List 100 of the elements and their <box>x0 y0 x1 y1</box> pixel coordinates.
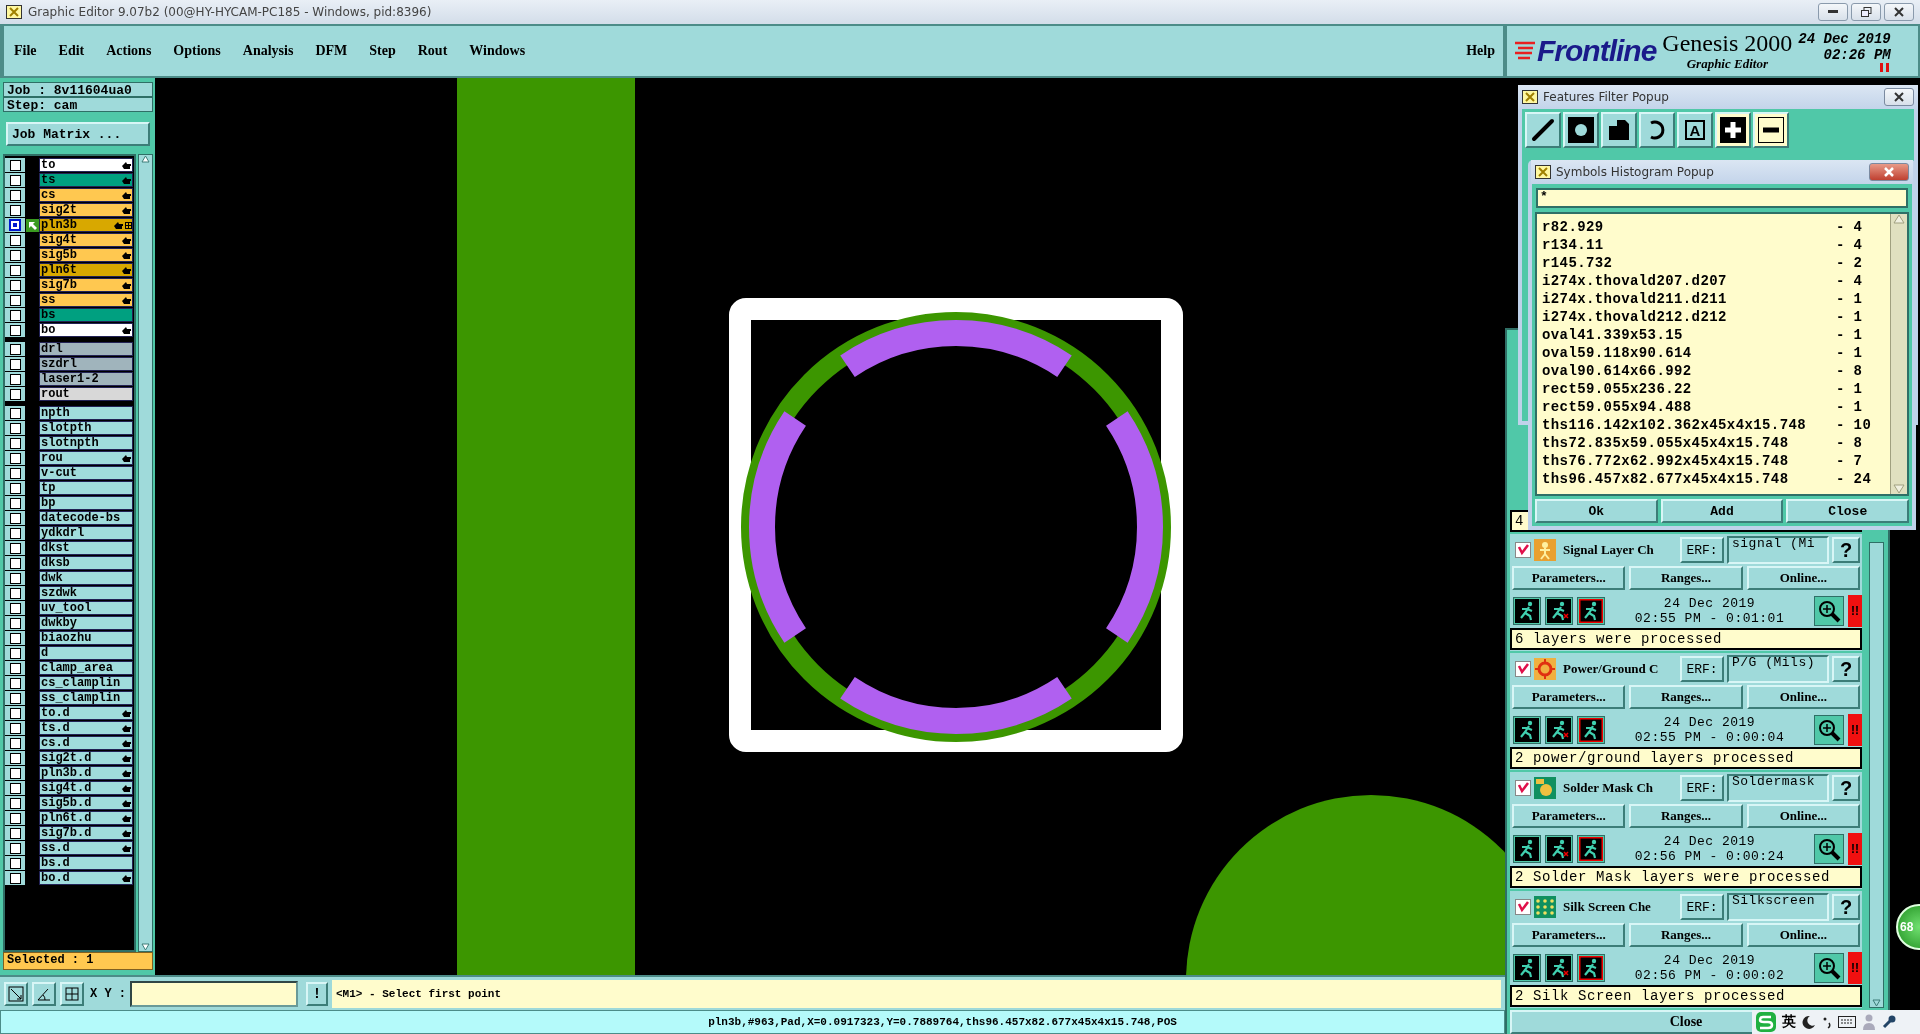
dialog-button[interactable]: Add <box>1660 499 1784 523</box>
layer-checkbox[interactable] <box>9 279 21 291</box>
layer-item[interactable]: dksb <box>39 556 133 570</box>
layer-item[interactable]: v-cut <box>39 466 133 480</box>
punctuation-icon[interactable] <box>1822 1015 1832 1029</box>
layer-item[interactable]: bs.d <box>39 856 133 870</box>
layer-item[interactable]: cs_clamplin <box>39 676 133 690</box>
ranges-button[interactable]: Ranges... <box>1629 566 1743 590</box>
layer-item[interactable]: biaozhu <box>39 631 133 645</box>
layer-item[interactable]: slotnpth <box>39 436 133 450</box>
layer-checkbox[interactable] <box>9 827 21 839</box>
layer-checkbox[interactable] <box>9 872 21 884</box>
layer-checkbox[interactable] <box>9 632 21 644</box>
layer-item[interactable]: pln6t.d <box>39 811 133 825</box>
zoom-button[interactable] <box>1814 715 1844 745</box>
erf-button[interactable]: ERF: <box>1680 894 1724 920</box>
prompt-button[interactable]: ! <box>306 981 328 1006</box>
ranges-button[interactable]: Ranges... <box>1629 804 1743 828</box>
menu-item[interactable]: Actions <box>106 43 152 59</box>
layer-checkbox[interactable] <box>9 437 21 449</box>
layer-item[interactable]: laser1-2 <box>39 372 133 386</box>
menu-item[interactable]: Options <box>173 43 221 59</box>
run-button[interactable] <box>1577 716 1605 744</box>
ime-mode[interactable]: 英 <box>1782 1013 1796 1031</box>
symbol-name[interactable]: r82.929 <box>1542 219 1836 235</box>
layer-item[interactable]: dwkby <box>39 616 133 630</box>
symbol-name[interactable]: oval59.118x90.614 <box>1542 345 1836 361</box>
negative-filter-button[interactable] <box>1753 112 1789 148</box>
symbol-name[interactable]: rect59.055x94.488 <box>1542 399 1836 415</box>
checkbox[interactable] <box>1515 542 1531 558</box>
menu-item[interactable]: Step <box>369 43 396 59</box>
dialog-button[interactable]: Ok <box>1535 499 1658 523</box>
layer-checkbox[interactable] <box>9 309 21 321</box>
layer-checkbox[interactable] <box>9 388 21 400</box>
layer-item[interactable]: sig2t.d <box>39 751 133 765</box>
layer-checkbox[interactable] <box>9 324 21 336</box>
layer-item[interactable]: pln6t <box>39 263 133 277</box>
layer-item[interactable]: sig4t <box>39 233 133 247</box>
erf-field[interactable]: Soldermask <box>1727 774 1829 802</box>
layer-checkbox[interactable] <box>9 662 21 674</box>
run-button[interactable] <box>1513 597 1541 625</box>
symbol-name[interactable]: ths116.142x102.362x45x4x15.748 <box>1542 417 1836 433</box>
run-button[interactable] <box>1545 835 1573 863</box>
symbol-name[interactable]: i274x.thovald207.d207 <box>1542 273 1836 289</box>
layer-item[interactable]: cs.d <box>39 736 133 750</box>
layer-item[interactable]: npth <box>39 406 133 420</box>
layer-checkbox[interactable] <box>9 482 21 494</box>
checkbox[interactable] <box>1515 780 1531 796</box>
layer-checkbox[interactable] <box>9 159 21 171</box>
layer-checkbox[interactable] <box>9 189 21 201</box>
layer-checkbox[interactable] <box>9 677 21 689</box>
layer-item[interactable]: sig4t.d <box>39 781 133 795</box>
layer-checkbox[interactable] <box>9 557 21 569</box>
run-button[interactable] <box>1513 716 1541 744</box>
layer-checkbox[interactable] <box>9 857 21 869</box>
arc-filter-button[interactable] <box>1639 112 1675 148</box>
layer-item[interactable]: tp <box>39 481 133 495</box>
layer-item[interactable]: ydkdrl <box>39 526 133 540</box>
menu-item[interactable]: Help <box>1466 43 1495 59</box>
layer-checkbox[interactable] <box>9 174 21 186</box>
xy-input-field[interactable] <box>130 980 298 1007</box>
layer-checkbox[interactable] <box>9 234 21 246</box>
erf-field[interactable]: P/G (Mils) <box>1727 655 1829 683</box>
symbol-name[interactable]: i274x.thovald211.d211 <box>1542 291 1836 307</box>
layer-checkbox[interactable] <box>9 752 21 764</box>
close-button[interactable] <box>1884 3 1914 21</box>
layer-checkbox[interactable] <box>9 204 21 216</box>
layer-item[interactable]: bs <box>39 308 133 322</box>
layer-item[interactable]: slotpth <box>39 421 133 435</box>
layer-checkbox[interactable] <box>9 358 21 370</box>
layer-item[interactable]: bo.d <box>39 871 133 885</box>
menu-item[interactable]: Rout <box>417 43 448 59</box>
help-button[interactable]: ? <box>1832 775 1860 801</box>
layer-checkbox[interactable] <box>9 587 21 599</box>
layer-item[interactable]: sig5b <box>39 248 133 262</box>
close-button[interactable] <box>1884 88 1914 106</box>
layer-checkbox[interactable] <box>9 572 21 584</box>
erf-button[interactable]: ERF: <box>1680 537 1724 563</box>
run-button[interactable] <box>1577 597 1605 625</box>
help-button[interactable]: ? <box>1832 537 1860 563</box>
layer-checkbox[interactable] <box>9 797 21 809</box>
layer-checkbox[interactable] <box>9 527 21 539</box>
layer-item[interactable]: dkst <box>39 541 133 555</box>
layer-item[interactable]: rou <box>39 451 133 465</box>
run-button[interactable] <box>1577 954 1605 982</box>
menu-item[interactable]: Windows <box>469 43 526 59</box>
scroll-up-icon[interactable] <box>141 155 150 163</box>
layer-checkbox[interactable] <box>9 467 21 479</box>
symbol-name[interactable]: i274x.thovald212.d212 <box>1542 309 1836 325</box>
keyboard-icon[interactable] <box>1838 1016 1856 1028</box>
layer-item[interactable]: sig7b.d <box>39 826 133 840</box>
zoom-button[interactable] <box>1814 834 1844 864</box>
tool-button[interactable] <box>4 981 28 1006</box>
layer-checkbox[interactable] <box>9 264 21 276</box>
pad-filter-button[interactable] <box>1563 112 1599 148</box>
symbol-name[interactable]: oval41.339x53.15 <box>1542 327 1836 343</box>
job-matrix-button[interactable]: Job Matrix ... <box>6 122 150 146</box>
layer-item[interactable]: drl <box>39 342 133 356</box>
layer-checkbox[interactable] <box>9 647 21 659</box>
ranges-button[interactable]: Ranges... <box>1629 685 1743 709</box>
